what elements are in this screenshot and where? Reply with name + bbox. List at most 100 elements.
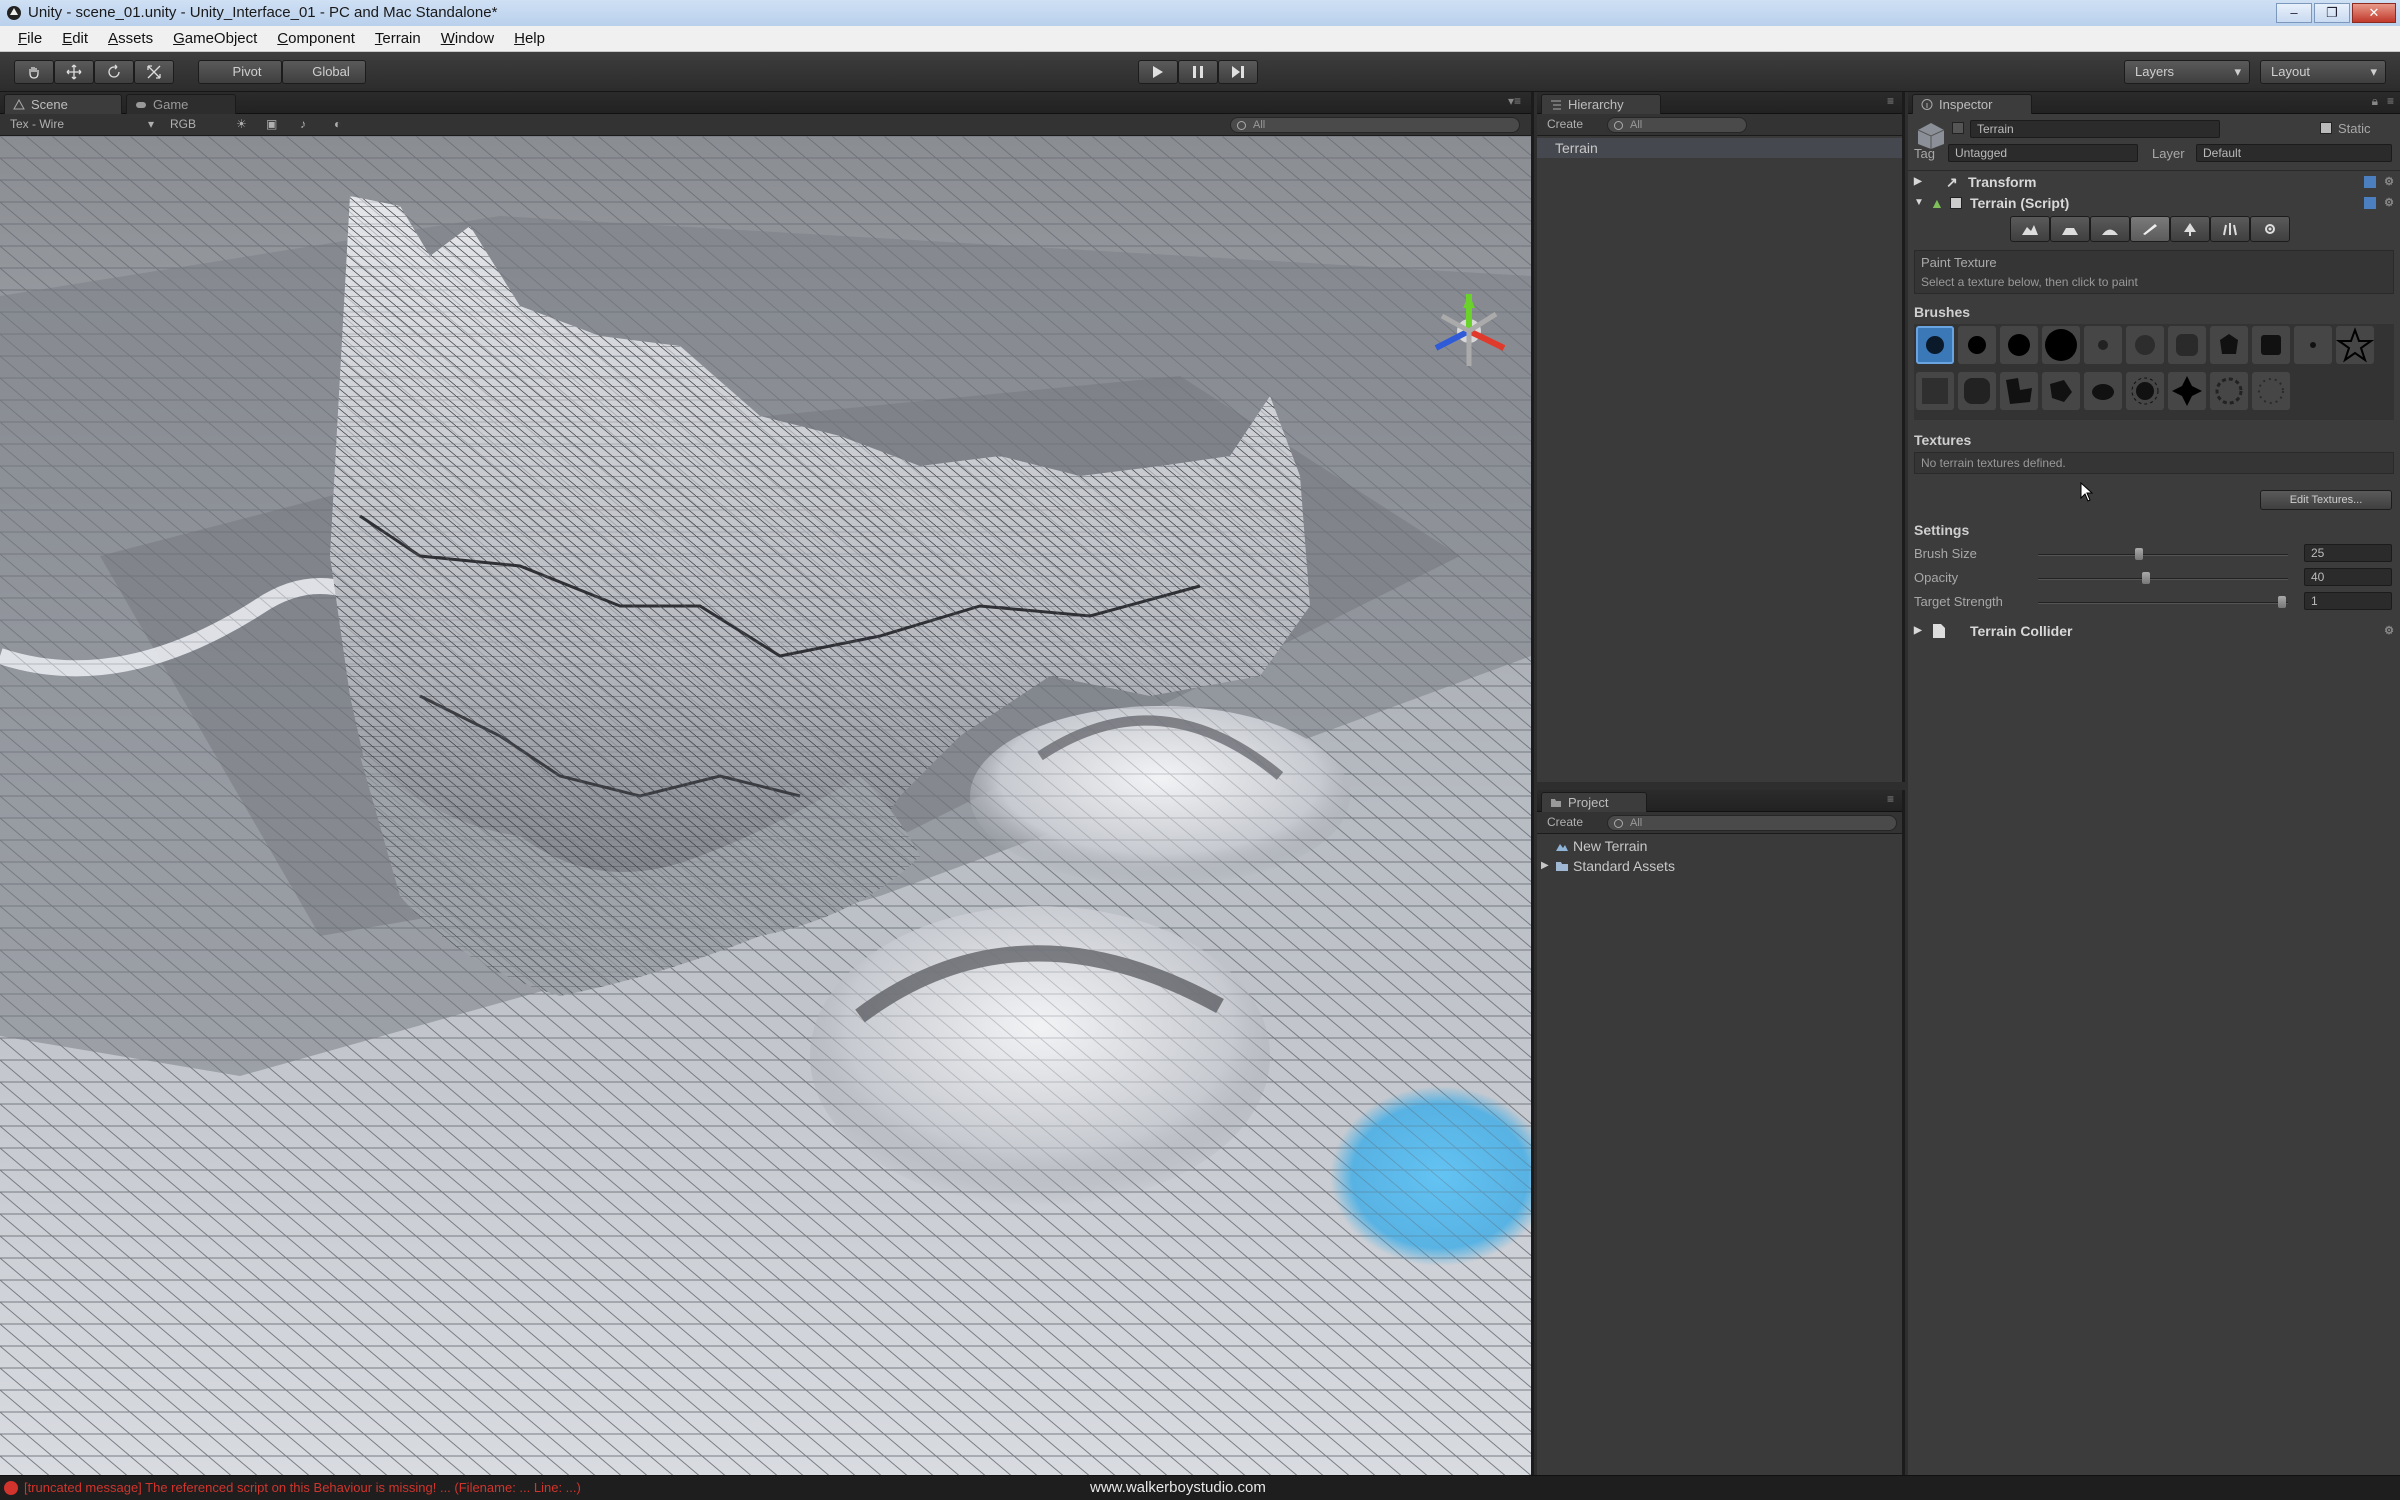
layers-dropdown[interactable]: Layers ▾ [2124,60,2250,84]
hand-tool-button[interactable] [14,60,54,84]
gear-icon[interactable]: ⚙ [2384,192,2394,214]
menu-assets[interactable]: Assets [98,26,163,51]
project-item[interactable]: New Terrain [1537,836,1902,856]
orientation-gizmo-icon[interactable] [1424,286,1514,376]
setting-value-field[interactable]: 1 [2304,592,2392,610]
tag-dropdown[interactable]: Untagged [1948,144,2138,162]
console-error-message[interactable]: [truncated message] The referenced scrip… [24,1476,581,1500]
panel-menu-icon[interactable]: ≡ [1887,792,1894,806]
panel-menu-icon[interactable]: ≡ [2387,94,2394,108]
brush-swatch[interactable] [1958,326,1996,364]
help-icon[interactable] [2364,197,2376,209]
setting-slider[interactable] [2038,548,2288,560]
maximize-button[interactable]: ❐ [2314,3,2350,23]
tab-hierarchy[interactable]: Hierarchy [1541,94,1661,114]
brush-swatch[interactable] [2168,372,2206,410]
edit-textures-button[interactable]: Edit Textures... [2260,490,2392,510]
minimize-button[interactable]: – [2276,3,2312,23]
brush-swatch[interactable] [2084,372,2122,410]
play-button[interactable] [1138,60,1178,84]
brush-swatch[interactable] [2210,326,2248,364]
scene-lighting-icon[interactable]: ☀ [236,114,247,135]
place-trees-tool-button[interactable] [2170,216,2210,242]
rotate-tool-button[interactable] [94,60,134,84]
step-button[interactable] [1218,60,1258,84]
scene-audio-icon[interactable]: ♪ [300,114,306,135]
tab-game[interactable]: Game [126,94,236,114]
brush-swatch[interactable] [2168,326,2206,364]
tab-inspector[interactable]: Inspector [1912,94,2032,114]
pivot-toggle[interactable]: Pivot [198,60,282,84]
setting-value-field[interactable]: 25 [2304,544,2392,562]
project-create-dropdown[interactable]: Create [1547,812,1583,833]
paint-texture-tool-button[interactable] [2130,216,2170,242]
brush-swatch[interactable] [2084,326,2122,364]
menu-gameobject[interactable]: GameObject [163,26,267,51]
brush-swatch[interactable] [2000,372,2038,410]
scale-tool-button[interactable] [134,60,174,84]
tab-project[interactable]: Project [1541,792,1647,812]
brush-swatch[interactable] [2294,326,2332,364]
hierarchy-search-input[interactable]: All [1607,117,1747,133]
smooth-height-tool-button[interactable] [2090,216,2130,242]
menu-component[interactable]: Component [267,26,365,51]
setting-slider[interactable] [2038,572,2288,584]
layout-dropdown[interactable]: Layout ▾ [2260,60,2386,84]
brush-swatch[interactable] [2042,326,2080,364]
terrain-component-header[interactable]: ▼ ▲ Terrain (Script) ⚙ [1908,192,2400,214]
terrain-collider-header[interactable]: ▶ Terrain Collider ⚙ [1908,620,2400,642]
brush-swatch[interactable] [1916,326,1954,364]
brush-swatch[interactable] [2042,372,2080,410]
menu-edit[interactable]: Edit [52,26,98,51]
menu-terrain[interactable]: Terrain [365,26,431,51]
menu-window[interactable]: Window [431,26,504,51]
terrain-settings-tool-button[interactable] [2250,216,2290,242]
render-mode-dropdown[interactable]: Tex - Wire [10,114,64,135]
hierarchy-create-dropdown[interactable]: Create [1547,114,1583,135]
scene-viewport[interactable] [0,136,1531,1475]
layer-dropdown[interactable]: Default [2196,144,2392,162]
raise-lower-tool-button[interactable] [2010,216,2050,242]
object-name-field[interactable]: Terrain [1970,120,2220,138]
menu-help[interactable]: Help [504,26,555,51]
brush-swatch[interactable] [2000,326,2038,364]
static-checkbox[interactable] [2320,122,2332,134]
slider-thumb[interactable] [2135,548,2143,560]
panel-menu-icon[interactable]: ▾≡ [1508,94,1521,108]
brush-swatch[interactable] [1916,372,1954,410]
paint-details-tool-button[interactable] [2210,216,2250,242]
tab-scene[interactable]: Scene [4,94,122,114]
transform-component-header[interactable]: ▶ ↗ Transform ⚙ [1908,170,2400,192]
brush-swatch[interactable] [2126,326,2164,364]
brush-swatch[interactable] [2335,326,2375,364]
hierarchy-item[interactable]: Terrain [1537,138,1902,158]
active-checkbox[interactable] [1952,122,1964,134]
scene-gizmos-icon[interactable]: ◐ [334,114,341,135]
global-toggle[interactable]: Global [282,60,366,84]
setting-slider[interactable] [2038,596,2288,608]
brush-swatch[interactable] [2252,372,2290,410]
paint-height-tool-button[interactable] [2050,216,2090,242]
brush-swatch[interactable] [1958,372,1996,410]
brush-swatch[interactable] [2210,372,2248,410]
scene-search-input[interactable]: All [1230,117,1520,133]
project-search-input[interactable]: All [1607,815,1897,831]
menu-file[interactable]: File [8,26,52,51]
close-button[interactable]: ✕ [2352,3,2396,23]
gear-icon[interactable]: ⚙ [2384,620,2394,642]
color-mode-dropdown[interactable]: RGB [170,114,196,135]
project-item[interactable]: ▶ Standard Assets [1537,856,1902,876]
setting-value-field[interactable]: 40 [2304,568,2392,586]
slider-thumb[interactable] [2142,572,2150,584]
chevron-right-icon[interactable]: ▶ [1541,856,1549,876]
gear-icon[interactable]: ⚙ [2384,171,2394,193]
scene-fx-icon[interactable]: ▣ [266,114,277,135]
move-tool-button[interactable] [54,60,94,84]
lock-icon[interactable]: 🔒︎ [2372,94,2378,109]
brush-swatch[interactable] [2126,372,2164,410]
panel-menu-icon[interactable]: ≡ [1887,94,1894,108]
pause-button[interactable] [1178,60,1218,84]
help-icon[interactable] [2364,176,2376,188]
slider-thumb[interactable] [2278,596,2286,608]
component-enabled-checkbox[interactable] [1950,197,1962,209]
